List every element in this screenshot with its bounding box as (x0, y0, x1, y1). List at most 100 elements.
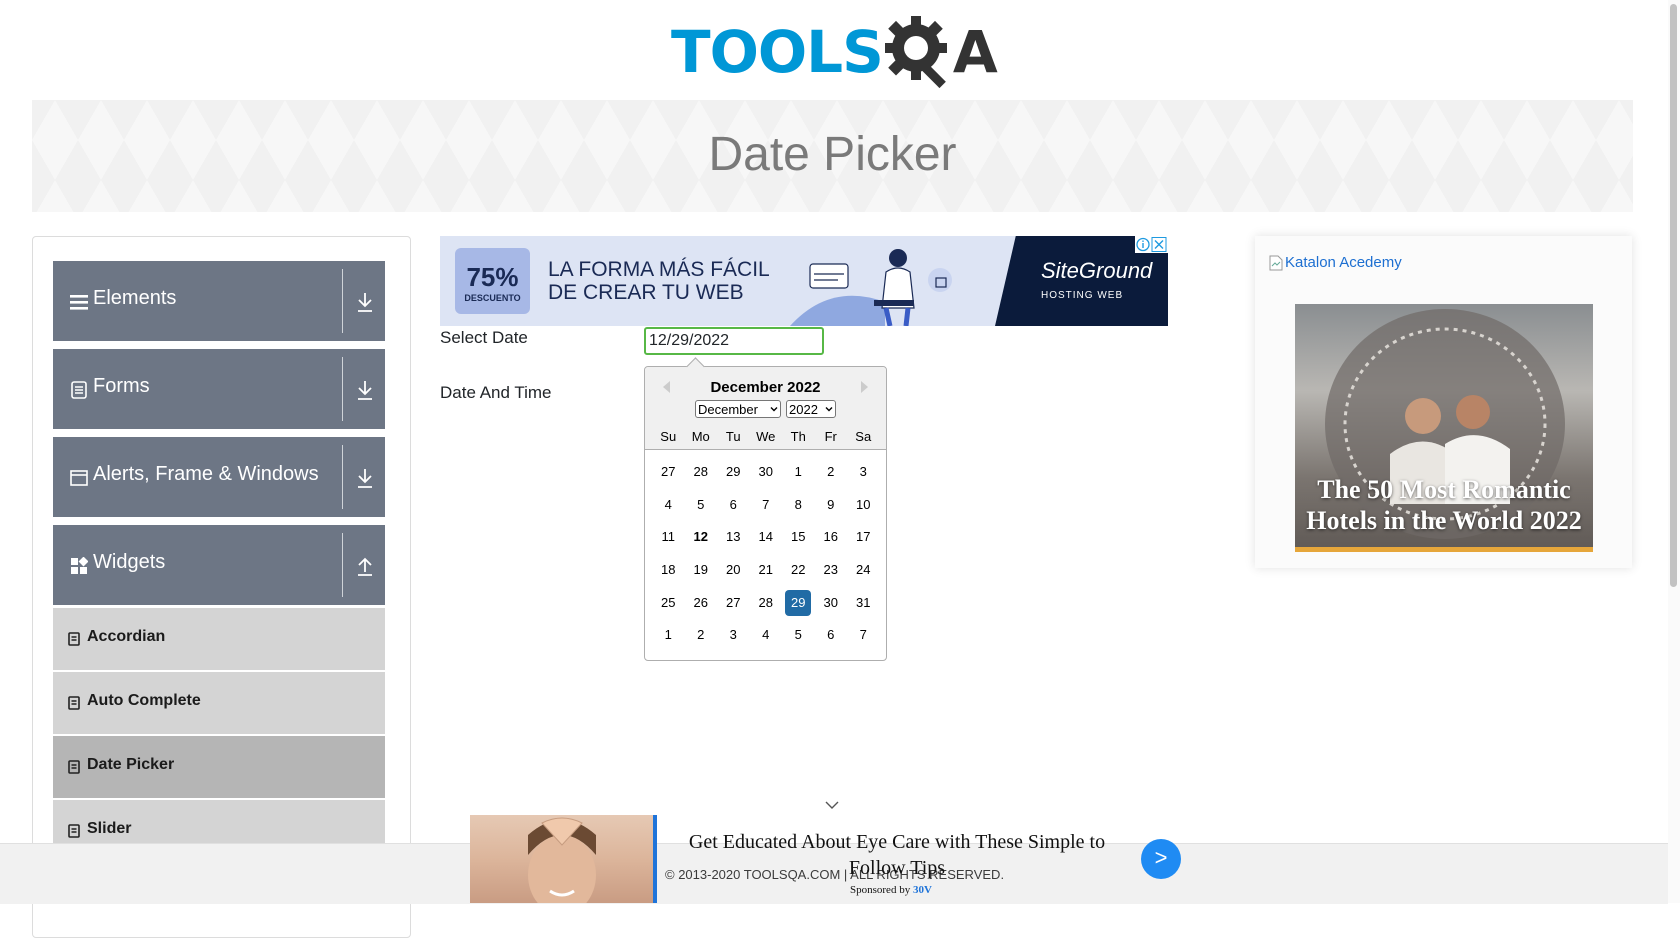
day-name: Th (790, 429, 806, 444)
download-arrow-icon (358, 293, 372, 312)
select-date-input[interactable] (644, 327, 824, 355)
vertical-scrollbar-thumb[interactable] (1670, 4, 1677, 587)
month-select[interactable]: December (695, 400, 781, 418)
calendar-day[interactable]: 31 (850, 590, 876, 616)
calendar-day[interactable]: 30 (818, 590, 844, 616)
window-icon (70, 470, 88, 486)
sidebar-item-label: Auto Complete (87, 692, 201, 709)
sidebar-item-label: Slider (87, 820, 132, 837)
calendar-day[interactable]: 23 (818, 557, 844, 583)
ad-choices-icon[interactable] (1135, 236, 1168, 253)
calendar-day[interactable]: 15 (785, 524, 811, 550)
list-icon (68, 824, 80, 838)
calendar-day[interactable]: 20 (720, 557, 746, 583)
calendar-day-today[interactable]: 12 (688, 524, 714, 550)
calendar-day[interactable]: 28 (688, 459, 714, 485)
ad-illustration (790, 249, 952, 326)
ad-photo-caption: The 50 Most Romantic Hotels in the World… (1295, 474, 1593, 536)
menu-icon (70, 295, 88, 310)
calendar-day[interactable]: 5 (688, 492, 714, 518)
sidebar-group-forms[interactable]: Forms (53, 349, 385, 429)
year-select[interactable]: 2022 (786, 400, 836, 418)
calendar-day[interactable]: 29 (720, 459, 746, 485)
calendar-day[interactable]: 4 (753, 622, 779, 648)
day-name: Fr (824, 429, 837, 444)
calendar-day[interactable]: 6 (818, 622, 844, 648)
sponsor-name[interactable]: 30V (913, 884, 932, 896)
calendar-day[interactable]: 7 (850, 622, 876, 648)
bottom-sticky-ad[interactable]: Get Educated About Eye Care with These S… (470, 815, 1181, 903)
ad-sponsor-line: Sponsored by 30V (850, 884, 932, 896)
calendar-day-selected[interactable]: 29 (785, 589, 812, 616)
calendar-day[interactable]: 14 (753, 524, 779, 550)
sidebar-item-label: Accordian (87, 628, 166, 645)
calendar-day[interactable]: 28 (753, 590, 779, 616)
list-icon (68, 696, 80, 710)
sidebar-group-label: Alerts, Frame & Windows (93, 463, 319, 485)
calendar-day[interactable]: 11 (655, 524, 681, 550)
caption-line1: The 50 Most Romantic (1317, 475, 1571, 504)
discount-badge: 75% DESCUENTO (455, 248, 530, 314)
ad-go-button[interactable]: > (1141, 839, 1181, 879)
calendar-day[interactable]: 27 (720, 590, 746, 616)
calendar-day[interactable]: 16 (818, 524, 844, 550)
day-names-row: Su Mo Tu We Th Fr Sa (652, 429, 880, 444)
sidebar-group-label: Forms (93, 375, 150, 397)
calendar-day[interactable]: 4 (655, 492, 681, 518)
chevron-down-icon[interactable] (825, 800, 839, 810)
calendar-day[interactable]: 27 (655, 459, 681, 485)
calendar-day[interactable]: 17 (850, 524, 876, 550)
download-arrow-icon (358, 381, 372, 400)
calendar-day[interactable]: 21 (753, 557, 779, 583)
sidebar-item-auto-complete[interactable]: Auto Complete (53, 671, 385, 734)
page-title: Date Picker (708, 128, 957, 181)
calendar-day[interactable]: 22 (785, 557, 811, 583)
ad-title: Get Educated About Eye Care with These S… (688, 831, 1106, 879)
calendar-day[interactable]: 10 (850, 492, 876, 518)
sidebar-item-accordian[interactable]: Accordian (53, 607, 385, 670)
calendar-day[interactable]: 18 (655, 557, 681, 583)
calendar-day[interactable]: 3 (720, 622, 746, 648)
next-month-button[interactable] (861, 381, 868, 393)
logo-text-a: A (952, 18, 998, 86)
calendar-day[interactable]: 2 (818, 459, 844, 485)
calendar-day[interactable]: 13 (720, 524, 746, 550)
calendar-day[interactable]: 30 (753, 459, 779, 485)
calendar-day[interactable]: 24 (850, 557, 876, 583)
calendar-day[interactable]: 5 (785, 622, 811, 648)
sidebar-item-date-picker[interactable]: Date Picker (53, 735, 385, 798)
calendar-day[interactable]: 8 (785, 492, 811, 518)
calendar-day[interactable]: 9 (818, 492, 844, 518)
calendar-day[interactable]: 2 (688, 622, 714, 648)
divider (342, 357, 343, 421)
ad-photo: The 50 Most Romantic Hotels in the World… (1295, 304, 1593, 552)
sidebar-group-elements[interactable]: Elements (53, 261, 385, 341)
calendar-day[interactable]: 1 (655, 622, 681, 648)
upload-arrow-icon (358, 557, 372, 576)
calendar-day[interactable]: 3 (850, 459, 876, 485)
calendar-day[interactable]: 26 (688, 590, 714, 616)
calendar-day[interactable]: 19 (688, 557, 714, 583)
toolsqa-logo[interactable]: TOOLS A (671, 14, 998, 90)
list-icon (68, 760, 80, 774)
sidebar-group-widgets[interactable]: Widgets (53, 525, 385, 605)
list-icon (68, 632, 80, 646)
date-and-time-label: Date And Time (440, 383, 552, 402)
chevron-down-icon (770, 407, 778, 412)
right-sidebar-ad[interactable]: Katalon Acedemy The 50 Most Romantic Hot… (1255, 236, 1632, 568)
calendar-day[interactable]: 1 (785, 459, 811, 485)
sponsored-by-text: Sponsored by (850, 884, 911, 896)
broken-image-link[interactable]: Katalon Acedemy (1269, 254, 1402, 271)
discount-percent: 75% (466, 262, 519, 292)
calendar-current-month: December 2022 (710, 379, 821, 396)
brand-subtitle: HOSTING WEB (1041, 290, 1124, 301)
sidebar-group-label: Widgets (93, 551, 166, 573)
calendar-day[interactable]: 25 (655, 590, 681, 616)
calendar-day[interactable]: 6 (720, 492, 746, 518)
calendar-week: 25 26 27 28 29 30 31 (652, 586, 880, 619)
calendar-day[interactable]: 7 (753, 492, 779, 518)
sidebar: Elements Forms Alerts, Frame & Windows W… (32, 236, 411, 938)
siteground-ad-banner[interactable]: 75% DESCUENTO LA FORMA MÁS FÁCIL DE CREA… (440, 236, 1168, 326)
sidebar-group-alerts[interactable]: Alerts, Frame & Windows (53, 437, 385, 517)
select-date-label: Select Date (440, 328, 528, 347)
